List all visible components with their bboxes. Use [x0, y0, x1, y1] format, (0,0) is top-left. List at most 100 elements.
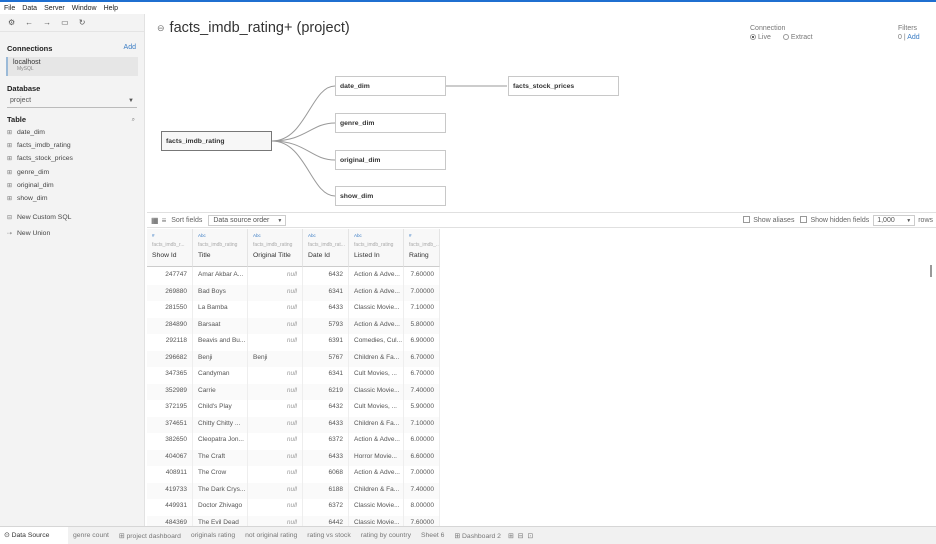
grid-column: Abc facts_imdb_rating Original Title null nu… — [248, 229, 303, 526]
extract-radio[interactable]: Extract — [782, 34, 813, 41]
filters-separator: | — [903, 34, 906, 41]
grid-cell: Classic Movie... — [349, 300, 404, 317]
table-item-label: date_dim — [17, 129, 45, 137]
tab-data-source[interactable]: ⊙ Data Source — [0, 527, 68, 544]
add-filter-link[interactable]: Add — [907, 34, 919, 41]
column-header[interactable]: Abc facts_imdb_rating Listed In — [349, 229, 404, 267]
filters-count: 0 — [898, 34, 902, 41]
grid-cell: 449931 — [147, 498, 193, 515]
grid-cell: 6341 — [303, 366, 349, 383]
grid-cell: The Evil Dead — [193, 514, 248, 526]
menu-file[interactable]: File — [4, 5, 15, 12]
new-custom-sql[interactable]: ⊟ New Custom SQL — [7, 214, 71, 221]
save-icon[interactable]: ▭ — [61, 18, 69, 27]
tab-rating-by-country[interactable]: rating by country — [356, 532, 416, 539]
grid-cell: 296682 — [147, 349, 193, 366]
grid-view-icon[interactable]: ▦ — [151, 216, 159, 225]
grid-cell: 372195 — [147, 399, 193, 416]
column-header[interactable]: # facts_imdb_r... Show Id — [147, 229, 193, 267]
table-node-show-dim[interactable]: show_dim — [335, 186, 446, 206]
grid-cell: Classic Movie... — [349, 382, 404, 399]
grid-cell: null — [248, 498, 303, 515]
show-aliases-checkbox[interactable]: Show aliases — [743, 216, 794, 224]
menu-data[interactable]: Data — [22, 5, 37, 12]
table-node-original-dim[interactable]: original_dim — [335, 150, 446, 170]
add-connection-link[interactable]: Add — [124, 44, 136, 51]
table-item[interactable]: ⊞ show_dim — [7, 192, 139, 205]
chevron-down-icon: ▼ — [906, 217, 912, 224]
rows-label: rows — [918, 216, 933, 224]
tab-project-dashboard[interactable]: ⊞ project dashboard — [114, 532, 186, 540]
database-select[interactable]: project ▼ — [7, 97, 137, 108]
show-hidden-fields-label: Show hidden fields — [810, 217, 870, 224]
table-item-label: original_dim — [17, 181, 54, 189]
data-type-icon[interactable]: Abc — [253, 233, 302, 242]
live-radio[interactable]: Live — [750, 34, 771, 41]
new-dashboard-icon[interactable]: ⊟ — [516, 532, 526, 540]
connection-type: MySQL — [17, 66, 34, 72]
table-item[interactable]: ⊞ original_dim — [7, 179, 139, 192]
column-header[interactable]: Abc facts_imdb_rating Original Title — [248, 229, 303, 267]
checkbox-icon — [800, 216, 808, 223]
data-type-icon[interactable]: # — [409, 233, 439, 242]
new-worksheet-icon[interactable]: ⊞ — [506, 532, 516, 540]
table-node-facts-imdb-rating[interactable]: facts_imdb_rating — [161, 131, 272, 151]
grid-cell: Cleopatra Jon... — [193, 432, 248, 449]
tab-originals-rating[interactable]: originals rating — [186, 532, 240, 539]
grid-cell: Beavis and Bu... — [193, 333, 248, 350]
column-header[interactable]: # facts_imdb_... Rating — [404, 229, 440, 267]
refresh-icon[interactable]: ↻ — [79, 18, 86, 27]
grid-cell: 6219 — [303, 382, 349, 399]
new-union[interactable]: ⇢ New Union — [7, 230, 50, 237]
connection-panel: Connection Live Extract — [750, 25, 813, 41]
data-type-icon[interactable]: Abc — [198, 233, 247, 242]
table-node-facts-stock-prices[interactable]: facts_stock_prices — [508, 76, 619, 96]
radio-selected-icon — [750, 34, 756, 40]
grid-cell: 7.40000 — [404, 382, 440, 399]
menu-window[interactable]: Window — [72, 5, 97, 12]
list-view-icon[interactable]: ≡ — [162, 216, 167, 225]
table-item[interactable]: ⊞ genre_dim — [7, 166, 139, 179]
back-icon[interactable]: ← — [25, 18, 33, 27]
grid-cell: 7.00000 — [404, 283, 440, 300]
table-node-date-dim[interactable]: date_dim — [335, 76, 446, 96]
connection-name: localhost — [13, 59, 41, 66]
table-item[interactable]: ⊞ facts_imdb_rating — [7, 139, 139, 152]
table-item[interactable]: ⊞ facts_stock_prices — [7, 152, 139, 165]
grid-cell: null — [248, 432, 303, 449]
tab-genre-count[interactable]: genre count — [68, 532, 114, 539]
start-page-icon[interactable]: ⚙ — [8, 18, 15, 27]
data-type-icon[interactable]: Abc — [354, 233, 403, 242]
show-hidden-fields-checkbox[interactable]: Show hidden fields — [800, 216, 869, 224]
column-source: facts_imdb_rating — [354, 242, 394, 248]
tab-not-original-rating[interactable]: not original rating — [240, 532, 302, 539]
data-grid: # facts_imdb_r... Show Id 247747 269880 28155… — [147, 229, 936, 526]
column-header[interactable]: Abc facts_imdb_rating Title — [193, 229, 248, 267]
column-header[interactable]: Abc facts_imdb_rat... Date Id — [303, 229, 349, 267]
grid-cell: Comedies, Cul... — [349, 333, 404, 350]
data-source-title[interactable]: facts_imdb_rating+ (project) — [170, 20, 350, 36]
grid-cell: 6433 — [303, 448, 349, 465]
tab-rating-vs-stock[interactable]: rating vs stock — [302, 532, 355, 539]
rows-input[interactable]: 1,000 ▼ — [873, 214, 916, 226]
search-icon[interactable]: ⌕ — [132, 117, 135, 124]
tab-sheet-6[interactable]: Sheet 6 — [416, 532, 449, 539]
new-story-icon[interactable]: ⊡ — [525, 532, 535, 540]
grid-scrollbar[interactable] — [930, 265, 932, 277]
connection-item[interactable]: localhost MySQL — [6, 57, 138, 76]
forward-icon[interactable]: → — [43, 18, 51, 27]
grid-cell: 6391 — [303, 333, 349, 350]
data-type-icon[interactable]: Abc — [308, 233, 348, 242]
grid-column: Abc facts_imdb_rating Listed In Action & Ad… — [349, 229, 404, 526]
table-item[interactable]: ⊞ date_dim — [7, 126, 139, 139]
table-node-genre-dim[interactable]: genre_dim — [335, 113, 446, 133]
data-type-icon[interactable]: # — [152, 233, 192, 242]
tab-dashboard-2[interactable]: ⊞ Dashboard 2 — [449, 532, 506, 540]
sort-fields-select[interactable]: Data source order ▼ — [208, 214, 287, 226]
grid-column: # facts_imdb_... Rating 7.60000 7.00000 7.100… — [404, 229, 440, 526]
chevron-down-icon: ▼ — [128, 98, 134, 104]
menu-help[interactable]: Help — [104, 5, 118, 12]
grid-cell: Horror Movie... — [349, 448, 404, 465]
menu-server[interactable]: Server — [44, 5, 65, 12]
grid-cell: 5767 — [303, 349, 349, 366]
